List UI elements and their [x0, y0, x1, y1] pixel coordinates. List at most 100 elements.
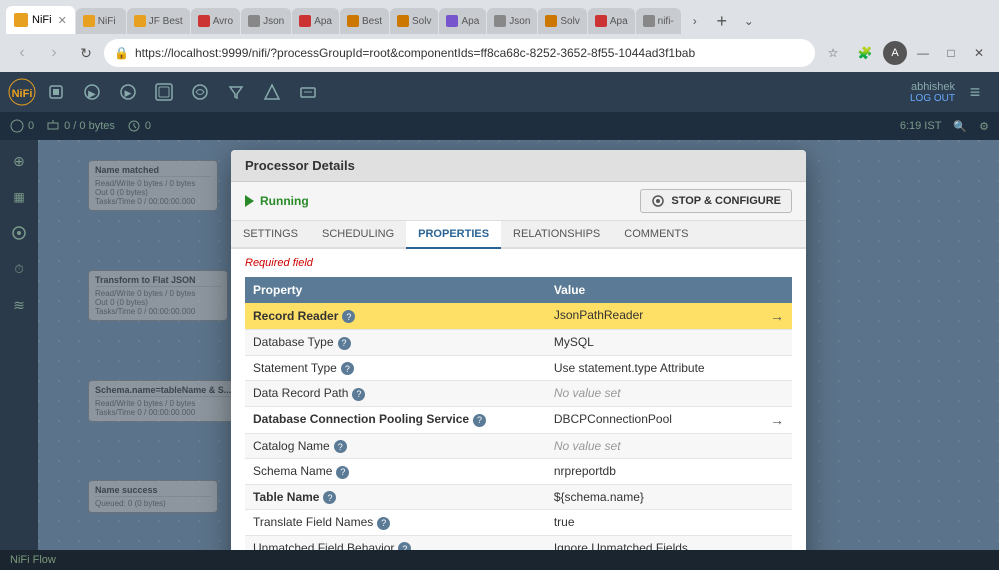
table-row[interactable]: Database Connection Pooling Service?DBCP…: [245, 406, 792, 433]
value-cell[interactable]: Ignore Unmatched Fields: [546, 535, 792, 550]
user-avatar[interactable]: A: [883, 41, 907, 65]
table-row[interactable]: Translate Field Names?true: [245, 510, 792, 536]
toolbar-funnel-icon[interactable]: [220, 76, 252, 108]
user-info: abhishek LOG OUT: [910, 81, 955, 104]
dialog-status-bar: Running STOP & CONFIGURE: [231, 182, 806, 221]
tab-apa1[interactable]: Apa: [292, 8, 339, 34]
table-row[interactable]: Statement Type?Use statement.type Attrib…: [245, 355, 792, 381]
value-cell[interactable]: DBCPConnectionPool→: [546, 406, 792, 433]
value-cell[interactable]: JsonPathReader→: [546, 303, 792, 330]
table-row[interactable]: Data Record Path?No value set: [245, 381, 792, 407]
nav-reload-button[interactable]: ↻: [72, 39, 100, 67]
tab-best[interactable]: Best: [340, 8, 389, 34]
help-icon[interactable]: ?: [473, 414, 486, 427]
help-icon[interactable]: ?: [398, 542, 411, 550]
table-row[interactable]: Record Reader?JsonPathReader→: [245, 303, 792, 330]
property-cell: Record Reader?: [245, 303, 546, 330]
nav-forward-button[interactable]: ›: [40, 39, 68, 67]
svg-text:▶: ▶: [125, 88, 132, 98]
toolbar-label-icon[interactable]: [292, 76, 324, 108]
toolbar-input-port-icon[interactable]: ▶: [76, 76, 108, 108]
logout-link[interactable]: LOG OUT: [910, 93, 955, 104]
tab-properties[interactable]: PROPERTIES: [406, 221, 501, 249]
tab-more-button[interactable]: ›: [682, 8, 708, 34]
dialog-title: Processor Details: [245, 158, 355, 173]
toolbar-template-icon[interactable]: [256, 76, 288, 108]
extensions-icon[interactable]: 🧩: [851, 39, 879, 67]
help-icon[interactable]: ?: [334, 440, 347, 453]
value-cell[interactable]: MySQL: [546, 330, 792, 356]
tab-comments[interactable]: COMMENTS: [612, 221, 700, 249]
address-input[interactable]: [135, 46, 805, 60]
toolbar-menu-icon[interactable]: ≡: [959, 76, 991, 108]
tab-avro[interactable]: Avro: [191, 8, 240, 34]
toolbar-process-group-icon[interactable]: [148, 76, 180, 108]
arrow-icon[interactable]: →: [770, 412, 784, 428]
table-row[interactable]: Unmatched Field Behavior?Ignore Unmatche…: [245, 535, 792, 550]
tab-json1[interactable]: Json: [241, 8, 291, 34]
nav-back-button[interactable]: ‹: [8, 39, 36, 67]
address-bar: ‹ › ↻ 🔒 ☆ 🧩 A — □ ✕: [0, 34, 999, 72]
property-cell: Database Type?: [245, 330, 546, 356]
username: abhishek: [910, 81, 955, 93]
help-icon[interactable]: ?: [341, 362, 354, 375]
tab-settings[interactable]: SETTINGS: [231, 221, 310, 249]
table-row[interactable]: Catalog Name?No value set: [245, 433, 792, 459]
browser-chrome: NiFi ✕ NiFi JF Best Avro Json Apa Best: [0, 0, 999, 72]
value-cell[interactable]: Use statement.type Attribute: [546, 355, 792, 381]
tab-json2[interactable]: Json: [487, 8, 537, 34]
tab-jfbest[interactable]: JF Best: [127, 8, 190, 34]
side-navigate-icon[interactable]: ⊕: [4, 146, 34, 176]
tab-scheduling[interactable]: SCHEDULING: [310, 221, 406, 249]
status-settings-icon[interactable]: ⚙: [979, 120, 989, 133]
running-triangle-icon: [245, 195, 254, 207]
tab-apa2[interactable]: Apa: [439, 8, 486, 34]
side-overview-icon[interactable]: ▦: [4, 182, 34, 212]
stop-configure-label: STOP & CONFIGURE: [671, 195, 781, 207]
io-label: 0 / 0 bytes: [64, 120, 115, 132]
tab-apa3[interactable]: Apa: [588, 8, 635, 34]
toolbar-remote-group-icon[interactable]: [184, 76, 216, 108]
tab-nifi2[interactable]: NiFi: [76, 8, 126, 34]
property-cell: Table Name?: [245, 484, 546, 510]
stop-configure-button[interactable]: STOP & CONFIGURE: [640, 189, 792, 213]
tab-new-button[interactable]: +: [709, 8, 735, 34]
side-birdseye-icon[interactable]: [4, 218, 34, 248]
value-cell[interactable]: No value set: [546, 381, 792, 407]
maximize-button[interactable]: □: [939, 41, 963, 65]
help-icon[interactable]: ?: [336, 466, 349, 479]
status-tasks: 0: [127, 119, 151, 133]
help-icon[interactable]: ?: [377, 517, 390, 530]
help-icon[interactable]: ?: [342, 310, 355, 323]
table-row[interactable]: Schema Name?nrpreportdb: [245, 459, 792, 485]
value-cell[interactable]: ${schema.name}: [546, 484, 792, 510]
help-icon[interactable]: ?: [352, 388, 365, 401]
bookmark-star-icon[interactable]: ☆: [819, 39, 847, 67]
minimize-button[interactable]: —: [911, 41, 935, 65]
side-panel: ⊕ ▦ ⏱ ≋: [0, 140, 38, 550]
help-icon[interactable]: ?: [323, 491, 336, 504]
tab-relationships[interactable]: RELATIONSHIPS: [501, 221, 612, 249]
value-cell[interactable]: nrpreportdb: [546, 459, 792, 485]
side-history-icon[interactable]: ⏱: [4, 254, 34, 284]
value-cell[interactable]: No value set: [546, 433, 792, 459]
toolbar-output-port-icon[interactable]: ▶: [112, 76, 144, 108]
table-row[interactable]: Table Name?${schema.name}: [245, 484, 792, 510]
tab-menu-button[interactable]: ⌄: [736, 8, 762, 34]
tab-active[interactable]: NiFi ✕: [6, 6, 75, 34]
property-cell: Translate Field Names?: [245, 510, 546, 536]
nifi-statusbar: 0 0 / 0 bytes 0 6:19 IST 🔍 ⚙: [0, 112, 999, 140]
help-icon[interactable]: ?: [338, 337, 351, 350]
arrow-icon[interactable]: →: [770, 308, 784, 324]
canvas-area: ⊕ ▦ ⏱ ≋ Name matched Read/Write 0 bytes …: [0, 140, 999, 550]
status-search-icon[interactable]: 🔍: [953, 120, 967, 133]
side-flow-icon[interactable]: ≋: [4, 290, 34, 320]
value-cell[interactable]: true: [546, 510, 792, 536]
tab-solv1[interactable]: Solv: [390, 8, 438, 34]
table-row[interactable]: Database Type?MySQL: [245, 330, 792, 356]
tab-solv2[interactable]: Solv: [538, 8, 586, 34]
toolbar-processor-icon[interactable]: [40, 76, 72, 108]
close-window-button[interactable]: ✕: [967, 41, 991, 65]
tab-close-icon[interactable]: ✕: [58, 14, 67, 27]
tab-nifi3[interactable]: nifi-: [636, 8, 681, 34]
